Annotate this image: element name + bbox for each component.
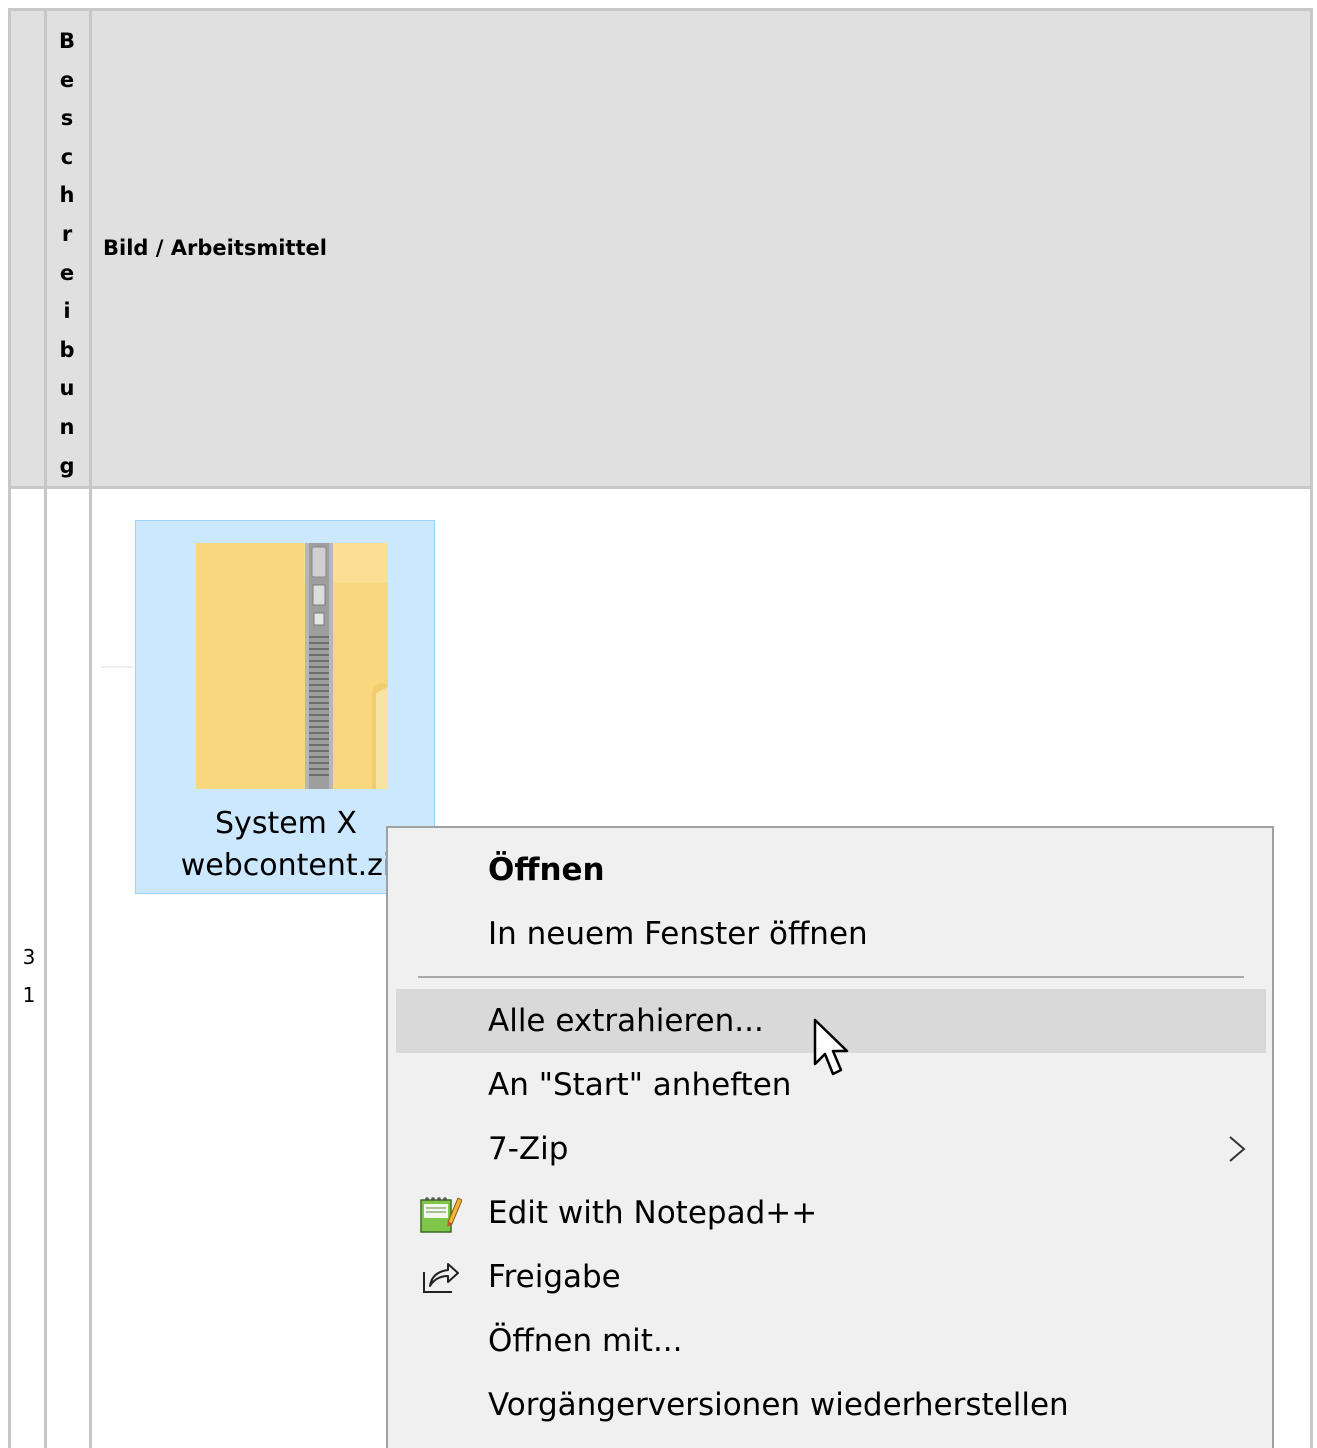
menu-item-in-neuem-fenster-oeffnen[interactable]: In neuem Fenster öffnen [396,902,1266,966]
header-bild-arbeitsmittel: Bild / Arbeitsmittel [103,236,327,260]
zip-folder-icon [196,543,388,789]
divider [101,666,133,668]
menu-item-freigabe[interactable]: Freigabe [396,1245,1266,1309]
share-icon [423,1263,459,1293]
menu-item-7-zip[interactable]: 7-Zip [396,1117,1266,1181]
menu-item-edit-with-notepad[interactable]: Edit with Notepad++ [396,1181,1266,1245]
chevron-right-icon [1229,1136,1246,1162]
context-menu: Öffnen In neuem Fenster öffnen Alle extr… [386,826,1274,1448]
menu-item-oeffnen-mit[interactable]: Öffnen mit... [396,1309,1266,1373]
mouse-pointer-icon [813,1018,849,1076]
header-beschreibung: B e s c h r e i b u n g [58,29,75,478]
menu-item-oeffnen[interactable]: Öffnen [396,838,1266,902]
column-divider-2 [89,11,92,1448]
row-number: 3 1 [22,945,36,1007]
menu-separator [418,976,1244,978]
header-divider [11,486,1310,489]
notepad-plus-plus-icon [420,1197,462,1233]
screenshot-area: System X webcontent.zi Öffnen In neuem F… [95,490,1310,1448]
menu-item-vorgaengerversionen-wiederherstellen[interactable]: Vorgängerversionen wiederherstellen [396,1373,1266,1437]
